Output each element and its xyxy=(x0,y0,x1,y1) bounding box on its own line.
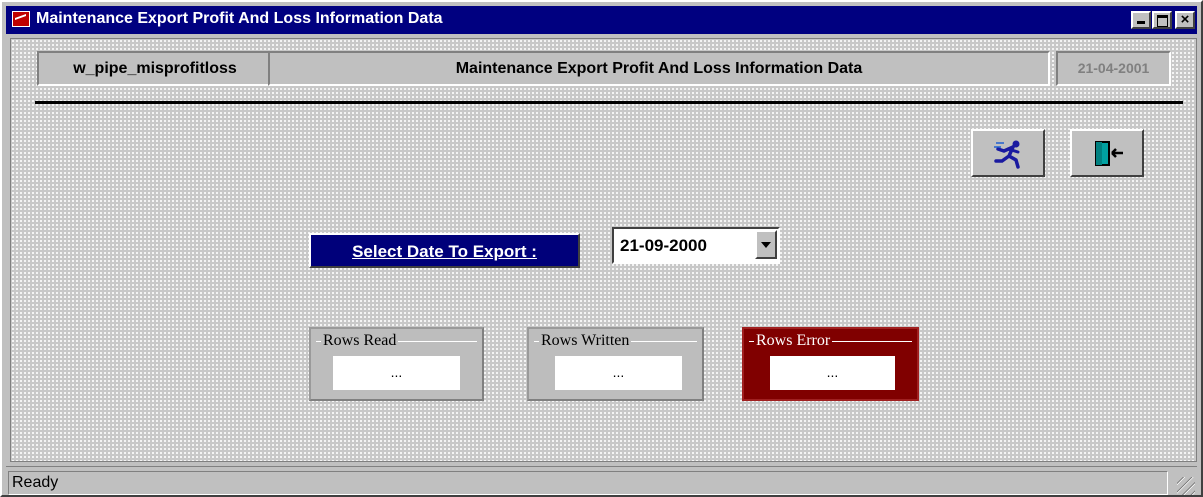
rows-written-value: ... xyxy=(555,356,682,390)
window-title: Maintenance Export Profit And Loss Infor… xyxy=(36,10,443,27)
title-bar[interactable]: Maintenance Export Profit And Loss Infor… xyxy=(6,6,1197,34)
form-area: w_pipe_misprofitloss Maintenance Export … xyxy=(10,38,1197,462)
exit-button[interactable] xyxy=(1070,129,1144,177)
exit-door-icon xyxy=(1095,141,1123,166)
run-export-button[interactable] xyxy=(971,129,1045,177)
rows-error-value: ... xyxy=(770,356,895,390)
rows-read-group: Rows Read ... xyxy=(309,327,484,401)
resize-grip-icon[interactable] xyxy=(1177,477,1195,495)
header-date: 21-04-2001 xyxy=(1056,51,1171,86)
minimize-button[interactable] xyxy=(1131,11,1151,29)
close-button[interactable]: × xyxy=(1175,11,1195,29)
export-date-dropdown[interactable]: 21-09-2000 xyxy=(612,227,780,264)
export-date-value: 21-09-2000 xyxy=(620,236,707,255)
app-window: Maintenance Export Profit And Loss Infor… xyxy=(0,0,1203,497)
page-title: Maintenance Export Profit And Loss Infor… xyxy=(268,51,1050,86)
maximize-button[interactable] xyxy=(1152,11,1172,29)
rows-read-label: Rows Read xyxy=(321,332,399,350)
window-name-label: w_pipe_misprofitloss xyxy=(37,51,273,86)
rows-error-group: Rows Error ... xyxy=(742,327,919,401)
rows-written-label: Rows Written xyxy=(539,332,632,350)
running-man-icon xyxy=(994,140,1020,169)
status-bar: Ready xyxy=(6,466,1197,495)
rows-read-value: ... xyxy=(333,356,460,390)
app-chart-icon xyxy=(12,11,30,27)
status-text: Ready xyxy=(8,471,1168,495)
header-divider xyxy=(35,101,1183,104)
chevron-down-icon[interactable] xyxy=(755,230,777,259)
select-date-label: Select Date To Export : xyxy=(309,233,580,268)
rows-written-group: Rows Written ... xyxy=(527,327,704,401)
rows-error-label: Rows Error xyxy=(754,332,833,350)
